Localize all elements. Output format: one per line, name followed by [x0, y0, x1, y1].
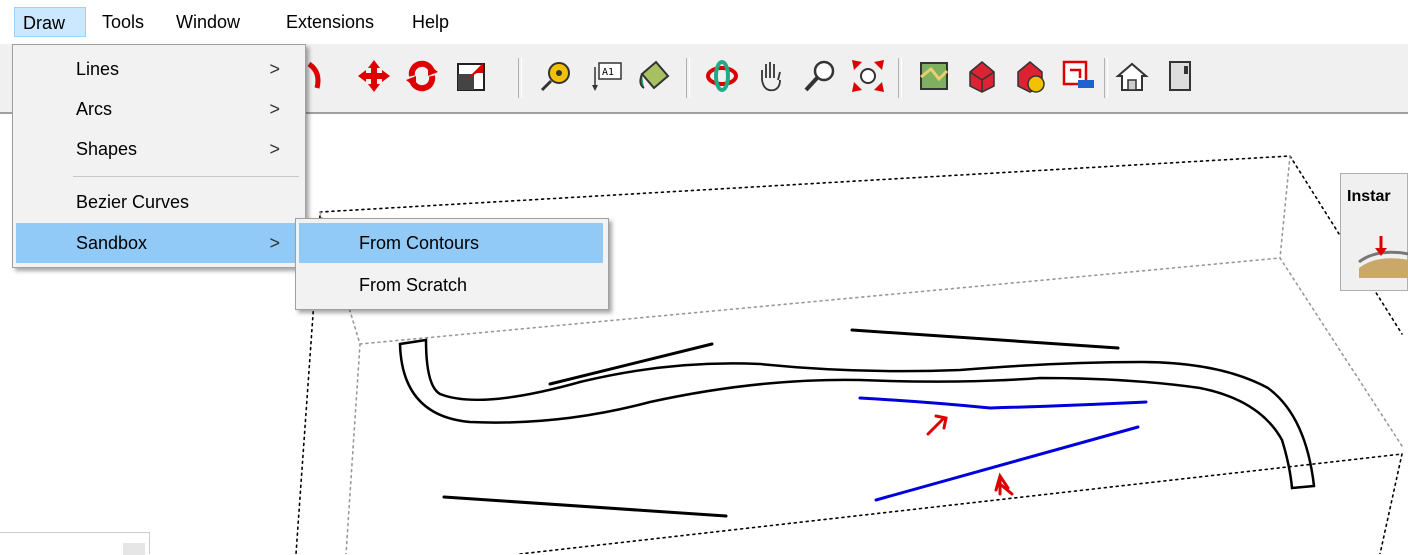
- pan-icon[interactable]: [752, 54, 792, 98]
- menu-item-label: Shapes: [76, 139, 138, 159]
- menu-tools[interactable]: Tools: [94, 7, 152, 37]
- menu-item-lines[interactable]: Lines >: [16, 49, 302, 89]
- menu-item-arcs[interactable]: Arcs >: [16, 89, 302, 129]
- toolbar-separator: [898, 58, 902, 98]
- submenu-arrow-icon: >: [269, 99, 280, 119]
- panel-title: Instar: [1347, 188, 1391, 205]
- menu-item-sandbox[interactable]: Sandbox >: [16, 223, 302, 263]
- text-icon[interactable]: A1: [586, 54, 626, 98]
- menu-extensions-label: Extensions: [286, 12, 375, 32]
- paint-bucket-icon[interactable]: [634, 54, 674, 98]
- road-band: [398, 338, 1316, 490]
- menu-item-from-contours[interactable]: From Contours: [299, 223, 603, 263]
- contour-line-3: [442, 495, 728, 518]
- menu-bar: Draw Tools Window Extensions Help: [0, 0, 1408, 44]
- menu-help-label: Help: [412, 12, 450, 32]
- panel-scrollbar[interactable]: [123, 543, 145, 555]
- tape-measure-icon[interactable]: [536, 54, 576, 98]
- scale-icon[interactable]: [452, 54, 492, 98]
- toolbar-separator: [1104, 58, 1108, 98]
- menu-window[interactable]: Window: [168, 7, 248, 37]
- instant-road-icon[interactable]: [1357, 234, 1408, 278]
- map-icon[interactable]: [914, 54, 954, 98]
- contour-line-2: [850, 328, 1120, 350]
- selected-edge-curve: [858, 396, 1148, 410]
- submenu-arrow-icon: >: [269, 59, 280, 79]
- door-icon[interactable]: [1160, 54, 1200, 98]
- menu-draw[interactable]: Draw: [14, 7, 86, 37]
- zoom-icon[interactable]: [800, 54, 840, 98]
- menu-tools-label: Tools: [102, 12, 145, 32]
- menu-item-label: From Scratch: [359, 275, 468, 295]
- svg-text:A1: A1: [602, 67, 614, 78]
- draw-menu: Lines > Arcs > Shapes > Bezier Curves Sa…: [12, 44, 306, 268]
- menu-draw-label: Draw: [23, 13, 66, 33]
- menu-item-label: Lines: [76, 59, 120, 79]
- bbox-hidden-left: [345, 343, 361, 554]
- bbox-edge-bottom-front: [519, 453, 1403, 554]
- annotation-arrow-1: [926, 414, 948, 436]
- zoom-extents-icon[interactable]: [848, 54, 888, 98]
- extension-warehouse-icon[interactable]: [1010, 54, 1050, 98]
- send-to-layout-icon[interactable]: [1058, 54, 1098, 98]
- menu-item-shapes[interactable]: Shapes >: [16, 129, 302, 169]
- menu-separator: [73, 176, 299, 177]
- menu-item-label: From Contours: [359, 233, 480, 253]
- menu-help[interactable]: Help: [404, 7, 457, 37]
- submenu-arrow-icon: >: [269, 233, 280, 253]
- menu-window-label: Window: [176, 12, 241, 32]
- bbox-hidden-vertical: [1279, 155, 1291, 259]
- menu-item-from-scratch[interactable]: From Scratch: [299, 265, 603, 305]
- menu-item-label: Arcs: [76, 99, 112, 119]
- bbox-edge-top-back: [319, 155, 1291, 213]
- rotate-icon[interactable]: [402, 54, 442, 98]
- menu-extensions[interactable]: Extensions: [278, 7, 382, 37]
- menu-item-label: Sandbox: [76, 233, 148, 253]
- move-icon[interactable]: [354, 54, 394, 98]
- instant-toolbar-panel: Instar: [1340, 173, 1408, 291]
- toolbar-separator: [686, 58, 690, 98]
- bottom-left-panel: [0, 532, 150, 555]
- warehouse-icon[interactable]: [962, 54, 1002, 98]
- orbit-icon[interactable]: [702, 54, 742, 98]
- menu-item-label: Bezier Curves: [76, 192, 190, 212]
- submenu-arrow-icon: >: [269, 139, 280, 159]
- bbox-edge-right-bottom: [1379, 453, 1403, 554]
- home-icon[interactable]: [1112, 54, 1152, 98]
- toolbar-separator: [518, 58, 522, 98]
- menu-item-bezier-curves[interactable]: Bezier Curves: [16, 182, 302, 222]
- annotation-arrow-2: [994, 472, 1014, 496]
- sandbox-submenu: From Contours From Scratch: [295, 218, 609, 310]
